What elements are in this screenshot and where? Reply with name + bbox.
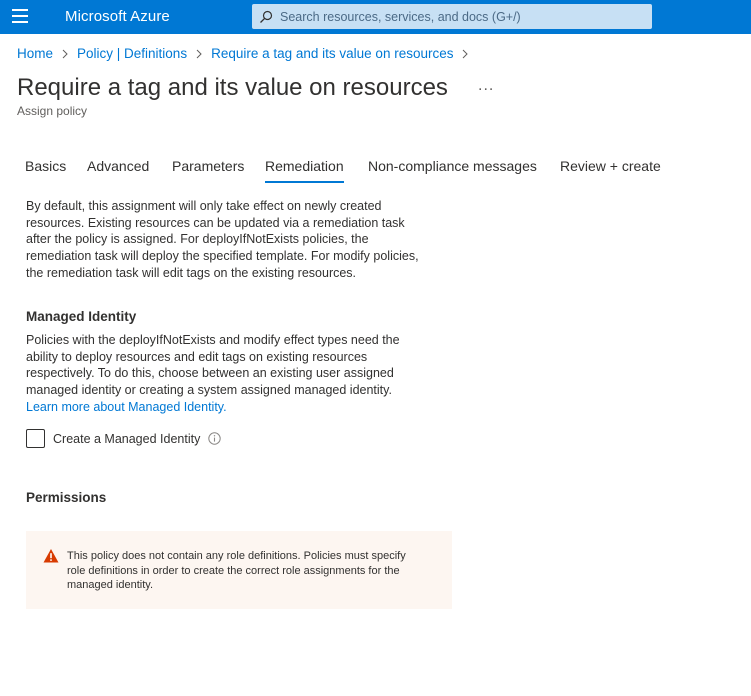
active-tab-indicator	[265, 181, 344, 183]
search-box[interactable]	[252, 4, 652, 29]
warning-line: role definitions in order to create the …	[67, 564, 400, 577]
intro-line: resources. Existing resources can be upd…	[26, 215, 405, 230]
remediation-intro: By default, this assignment will only ta…	[26, 198, 456, 282]
tab-review-create[interactable]: Review + create	[560, 158, 661, 184]
tab-basics[interactable]: Basics	[25, 158, 66, 184]
description-line: Policies with the deployIfNotExists and …	[26, 333, 400, 347]
more-options-button[interactable]: ...	[478, 77, 494, 95]
managed-identity-heading: Managed Identity	[26, 309, 137, 324]
page-subtitle: Assign policy	[17, 104, 88, 118]
tab-remediation[interactable]: Remediation	[265, 158, 344, 184]
warning-icon	[43, 548, 59, 564]
chevron-right-icon	[462, 49, 469, 59]
permissions-heading: Permissions	[26, 490, 107, 505]
breadcrumb-home[interactable]: Home	[17, 46, 53, 61]
info-icon[interactable]	[208, 432, 222, 445]
description-line: ability to deploy resources and edit tag…	[26, 349, 368, 364]
breadcrumb: Home Policy | Definitions Require a tag …	[17, 46, 477, 61]
top-bar: Microsoft Azure	[0, 0, 751, 34]
intro-line: the remediation task will edit tags on t…	[26, 265, 357, 280]
permissions-warning: This policy does not contain any role de…	[26, 531, 452, 609]
intro-line: By default, this assignment will only ta…	[26, 199, 382, 213]
tab-non-compliance-messages[interactable]: Non-compliance messages	[368, 158, 537, 184]
tab-parameters[interactable]: Parameters	[172, 158, 244, 184]
search-icon	[252, 4, 280, 29]
breadcrumb-policy[interactable]: Require a tag and its value on resources	[211, 46, 453, 61]
warning-message: This policy does not contain any role de…	[67, 549, 442, 593]
menu-icon[interactable]	[12, 9, 30, 25]
warning-line: This policy does not contain any role de…	[67, 550, 406, 562]
create-managed-identity-label[interactable]: Create a Managed Identity	[53, 432, 200, 446]
description-line: managed identity or creating a system as…	[26, 383, 392, 398]
chevron-right-icon	[62, 49, 68, 59]
intro-line: remediation task will deploy the specifi…	[26, 249, 419, 264]
brand-title[interactable]: Microsoft Azure	[65, 8, 170, 25]
warning-line: managed identity.	[67, 579, 154, 592]
breadcrumb-policy-definitions[interactable]: Policy | Definitions	[77, 46, 187, 61]
description-line: respectively. To do this, choose between…	[26, 366, 394, 381]
create-managed-identity-checkbox[interactable]	[26, 429, 45, 448]
learn-more-managed-identity-link[interactable]: Learn more about Managed Identity.	[26, 399, 446, 416]
tab-advanced[interactable]: Advanced	[87, 158, 149, 184]
managed-identity-description: Policies with the deployIfNotExists and …	[26, 332, 446, 416]
chevron-right-icon	[196, 49, 202, 59]
page-title: Require a tag and its value on resources	[17, 74, 448, 101]
intro-line: after the policy is assigned. For deploy…	[26, 232, 369, 247]
create-managed-identity-row: Create a Managed Identity	[26, 429, 222, 448]
search-input[interactable]	[280, 9, 640, 24]
